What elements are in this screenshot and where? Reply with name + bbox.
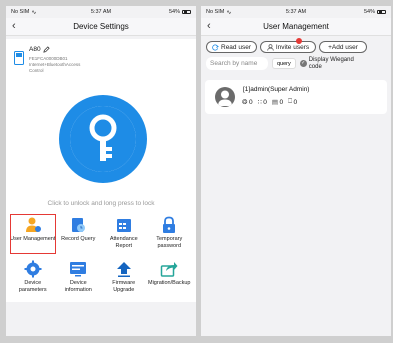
carrier-label: No SIM	[11, 9, 30, 15]
device-type-cont: Control	[29, 68, 44, 73]
status-bar: No SIM ∿ 5:37 AM 54%	[201, 6, 391, 18]
menu-label: Attendance Report	[109, 236, 138, 249]
fingerprint-icon: ❂	[242, 99, 248, 106]
attendance-report-icon	[116, 219, 131, 232]
search-row: query ✓ Display Wiegand code	[201, 55, 391, 72]
query-button[interactable]: query	[272, 58, 296, 69]
read-user-button[interactable]: Read user	[206, 41, 257, 53]
invite-badge	[296, 38, 302, 44]
face-icon: ⎕	[288, 98, 293, 105]
firmware-upgrade-icon	[116, 262, 131, 277]
invite-users-label: Invite users	[275, 43, 310, 51]
user-management-screen: No SIM ∿ 5:37 AM 54% ‹ User Management R…	[201, 6, 391, 336]
menu-label: Device information	[64, 280, 92, 293]
password-keypad-icon: ∷	[257, 99, 262, 106]
wiegand-toggle[interactable]: ✓ Display Wiegand code	[299, 57, 357, 70]
fingerprint-count: 0	[248, 98, 253, 106]
password-count: 0	[263, 98, 267, 106]
device-information-icon	[70, 262, 87, 277]
add-user-button[interactable]: +Add user	[319, 41, 367, 53]
menu-temporary-password[interactable]: Temporary password	[147, 214, 193, 254]
page-title: User Management	[263, 22, 329, 31]
user-management-icon	[25, 217, 41, 232]
back-icon[interactable]: ‹	[207, 20, 211, 32]
menu-label: Device parameters	[18, 280, 47, 293]
back-icon[interactable]: ‹	[12, 20, 16, 32]
menu-migration-backup[interactable]: Migration/Backup	[147, 258, 193, 298]
user-credentials: ❂ 0 ∷ 0 ▤ 0 ⎕ 0	[242, 98, 297, 106]
avatar-icon	[215, 87, 235, 107]
refresh-icon	[212, 44, 219, 50]
card-count: 0	[279, 98, 284, 106]
wifi-icon: ∿	[226, 9, 232, 16]
user-name: [1]admin(Super Admin)	[243, 86, 310, 93]
face-count: 0	[293, 98, 298, 106]
menu-label: Temporary password	[156, 236, 183, 249]
record-query-icon	[72, 218, 86, 232]
settings-menu-grid: User Management Record Query Attendance …	[6, 212, 196, 302]
menu-label: Firmware Upgrade	[112, 280, 136, 293]
device-icon	[14, 51, 24, 65]
menu-record-query[interactable]: Record Query	[56, 214, 102, 254]
migration-backup-icon	[161, 262, 178, 277]
menu-firmware-upgrade[interactable]: Firmware Upgrade	[101, 258, 147, 298]
user-list-item[interactable]: [1]admin(Super Admin) ❂ 0 ∷ 0 ▤ 0 ⎕ 0	[205, 80, 387, 114]
unlock-hint: Click to unlock and long press to lock	[6, 198, 196, 212]
invite-users-button[interactable]: Invite users	[260, 38, 316, 53]
device-name: A80	[29, 46, 41, 53]
unlock-area	[6, 83, 196, 198]
menu-label: User Management	[10, 236, 56, 242]
add-user-label: +Add user	[328, 43, 358, 51]
device-card: A80 FE1FCA0000DB01 Internet+BluetoothAcc…	[6, 39, 196, 83]
wifi-icon: ∿	[31, 9, 37, 16]
menu-attendance-report[interactable]: Attendance Report	[101, 214, 147, 254]
menu-device-information[interactable]: Device information	[56, 258, 102, 298]
battery-percent: 54%	[363, 9, 375, 15]
edit-icon[interactable]	[42, 46, 50, 53]
key-icon	[70, 106, 136, 172]
device-parameters-icon	[24, 260, 42, 278]
temporary-password-icon	[163, 216, 176, 233]
check-icon[interactable]: ✓	[299, 60, 307, 67]
action-buttons: Read user Invite users +Add user	[201, 36, 391, 55]
wiegand-label: Display Wiegand code	[308, 57, 354, 70]
battery-icon	[182, 9, 191, 15]
unlock-button[interactable]	[59, 95, 147, 183]
battery-icon	[377, 9, 386, 15]
nav-bar: ‹ User Management	[201, 18, 391, 36]
read-user-label: Read user	[221, 43, 251, 51]
device-settings-screen: No SIM ∿ 5:37 AM 54% ‹ Device Settings A…	[6, 6, 196, 336]
menu-label: Migration/Backup	[148, 280, 191, 286]
menu-label: Record Query	[61, 236, 96, 242]
page-title: Device Settings	[73, 22, 129, 31]
menu-device-parameters[interactable]: Device parameters	[10, 258, 56, 298]
battery-percent: 54%	[168, 9, 180, 15]
menu-user-management[interactable]: User Management	[10, 214, 56, 254]
carrier-label: No SIM	[206, 9, 225, 15]
person-icon	[267, 43, 274, 51]
nav-bar: ‹ Device Settings	[6, 18, 196, 36]
search-input[interactable]	[206, 57, 268, 70]
card-icon: ▤	[271, 99, 278, 106]
status-bar: No SIM ∿ 5:37 AM 54%	[6, 6, 196, 18]
